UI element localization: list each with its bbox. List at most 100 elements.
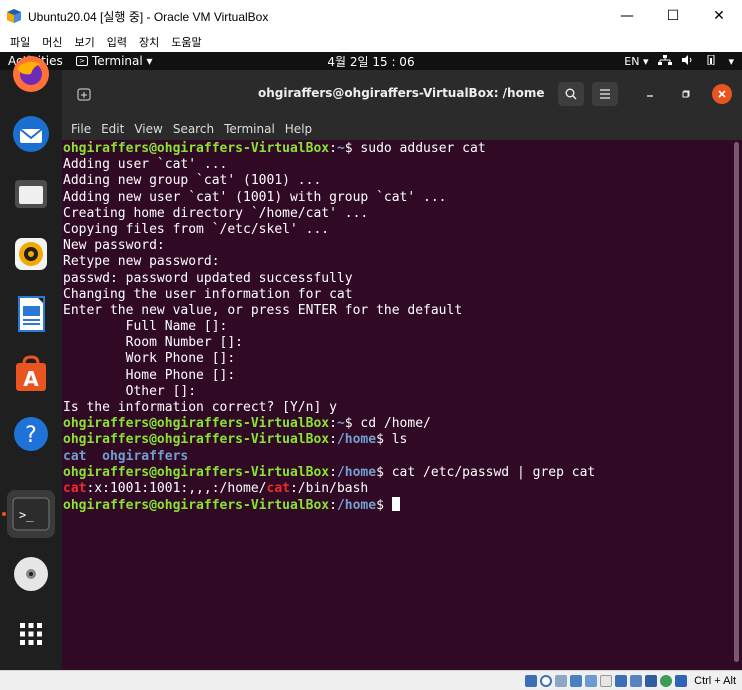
command-text: cd /home/	[360, 416, 431, 432]
output-text: Enter the new value, or press ENTER for …	[63, 302, 463, 318]
terminal-line: ohgiraffers@ohgiraffers-VirtualBox:~$ cd…	[63, 416, 742, 432]
mouse-integration-icon[interactable]	[660, 674, 673, 687]
thunderbird-icon[interactable]	[7, 110, 55, 158]
output-text: Retype new password:	[63, 254, 220, 270]
terminal-line: ohgiraffers@ohgiraffers-VirtualBox:/home…	[63, 465, 742, 481]
terminal-line: Changing the user information for cat	[63, 287, 742, 303]
app-menu[interactable]: > Terminal ▾	[76, 54, 153, 68]
terminal-line: New password:	[63, 238, 742, 254]
rhythmbox-icon[interactable]	[7, 230, 55, 278]
menu-view[interactable]: 보기	[69, 34, 101, 50]
help-icon[interactable]: ?	[7, 410, 55, 458]
prompt-user-host: ohgiraffers@ohgiraffers-VirtualBox	[63, 416, 330, 432]
volume-icon[interactable]	[682, 54, 694, 68]
hamburger-menu-button[interactable]	[592, 82, 618, 106]
video-capture-icon[interactable]	[630, 674, 643, 687]
input-method-indicator[interactable]: EN ▾	[624, 55, 648, 68]
prompt-path: ~	[336, 141, 345, 156]
clock[interactable]: 4월 2일 15 : 06	[327, 55, 414, 69]
ls-directory-entry: ohgiraffers	[102, 448, 189, 464]
terminal-line: Enter the new value, or press ENTER for …	[63, 303, 742, 319]
output-text: Other []:	[63, 383, 197, 399]
output-text: passwd: password updated successfully	[63, 270, 353, 286]
gnome-top-bar: Activities > Terminal ▾ 4월 2일 15 : 06 EN…	[0, 52, 742, 70]
battery-icon[interactable]	[704, 54, 718, 68]
show-apps-icon[interactable]	[7, 610, 55, 658]
new-tab-button[interactable]	[72, 82, 96, 106]
prompt-user-host: ohgiraffers@ohgiraffers-VirtualBox	[63, 141, 330, 156]
terminal-line: Adding new group `cat' (1001) ...	[63, 173, 742, 189]
shared-folders-icon[interactable]	[600, 674, 613, 687]
svg-text:A: A	[23, 367, 39, 391]
files-icon[interactable]	[7, 170, 55, 218]
prompt-path: ~	[336, 416, 345, 432]
grep-text: :/bin/bash	[289, 480, 369, 496]
guest-screen[interactable]: Activities > Terminal ▾ 4월 2일 15 : 06 EN…	[0, 52, 742, 670]
terminal-menubar: File Edit View Search Terminal Help	[62, 118, 742, 140]
window-maximize-button[interactable]	[676, 84, 696, 104]
hard-disk-icon[interactable]	[525, 674, 538, 687]
output-text: Adding new group `cat' (1001) ...	[63, 173, 322, 189]
terminal-menu-terminal[interactable]: Terminal	[219, 122, 280, 136]
virtualbox-statusbar: Ctrl + Alt	[0, 670, 742, 690]
prompt-path: /home	[336, 464, 377, 480]
software-icon[interactable]: A	[7, 350, 55, 398]
command-text: ls	[391, 432, 408, 448]
dvd-icon[interactable]	[7, 550, 55, 598]
display-icon[interactable]	[615, 674, 628, 687]
audio-icon[interactable]	[555, 674, 568, 687]
prompt-colon: :	[329, 416, 337, 432]
maximize-button[interactable]: ☐	[650, 0, 696, 32]
grep-text: :x:1001:1001:,,,:/home/	[86, 480, 267, 496]
prompt-colon: :	[329, 432, 337, 448]
terminal-output[interactable]: ohgiraffers@ohgiraffers-VirtualBox:~$ su…	[62, 140, 742, 670]
network-adapter-icon[interactable]	[570, 674, 583, 687]
terminal-scrollbar[interactable]	[734, 142, 739, 662]
menu-help[interactable]: 도움말	[165, 34, 207, 50]
terminal-menu-file[interactable]: File	[66, 122, 96, 136]
terminal-line: ohgiraffers@ohgiraffers-VirtualBox:~$ su…	[63, 141, 742, 157]
terminal-line: ohgiraffers@ohgiraffers-VirtualBox:/home…	[63, 497, 742, 513]
window-minimize-button[interactable]	[640, 84, 660, 104]
menu-input[interactable]: 입력	[101, 34, 133, 50]
running-indicator-dot	[2, 512, 6, 516]
output-text: Is the information correct? [Y/n] y	[63, 400, 337, 415]
prompt-dollar: $	[344, 416, 361, 432]
command-text: cat /etc/passwd | grep cat	[391, 464, 596, 480]
output-text: Home Phone []:	[63, 367, 236, 383]
virtualbox-menubar: 파일 머신 보기 입력 장치 도움말	[0, 32, 742, 52]
firefox-icon[interactable]	[7, 50, 55, 98]
window-title: Ubuntu20.04 [실행 중] - Oracle VM VirtualBo…	[28, 9, 269, 24]
usb-icon[interactable]	[585, 674, 598, 687]
host-key-arrow-icon[interactable]	[675, 674, 688, 687]
optical-drive-icon[interactable]	[540, 674, 553, 687]
menu-machine[interactable]: 머신	[36, 34, 68, 50]
output-text: Creating home directory `/home/cat' ...	[63, 205, 369, 221]
terminal-menu-help[interactable]: Help	[280, 122, 317, 136]
system-menu-chevron-icon[interactable]: ▾	[728, 55, 734, 68]
terminal-menu-edit[interactable]: Edit	[96, 122, 129, 136]
minimize-button[interactable]: —	[604, 0, 650, 32]
menu-devices[interactable]: 장치	[133, 34, 165, 50]
network-icon[interactable]	[658, 54, 673, 68]
prompt-dollar: $	[376, 432, 392, 448]
prompt-path: /home	[336, 432, 377, 448]
terminal-line: Home Phone []:	[63, 368, 742, 384]
output-text: New password:	[63, 238, 165, 254]
window-close-button[interactable]	[712, 84, 732, 104]
cpu-icon[interactable]	[645, 674, 658, 687]
prompt-user-host: ohgiraffers@ohgiraffers-VirtualBox	[63, 432, 330, 448]
menu-file[interactable]: 파일	[4, 34, 36, 50]
terminal-icon[interactable]: >_	[7, 490, 55, 538]
prompt-colon: :	[329, 498, 337, 514]
virtualbox-titlebar: Ubuntu20.04 [실행 중] - Oracle VM VirtualBo…	[0, 0, 742, 32]
terminal-line: Adding new user `cat' (1001) with group …	[63, 190, 742, 206]
output-text: Work Phone []:	[63, 351, 236, 367]
search-button[interactable]	[558, 82, 584, 106]
output-text: Changing the user information for cat	[63, 286, 353, 302]
terminal-menu-search[interactable]: Search	[168, 122, 219, 136]
command-text: sudo adduser cat	[360, 141, 486, 156]
libreoffice-writer-icon[interactable]	[7, 290, 55, 338]
close-button[interactable]: ✕	[696, 0, 742, 32]
terminal-menu-view[interactable]: View	[129, 122, 167, 136]
